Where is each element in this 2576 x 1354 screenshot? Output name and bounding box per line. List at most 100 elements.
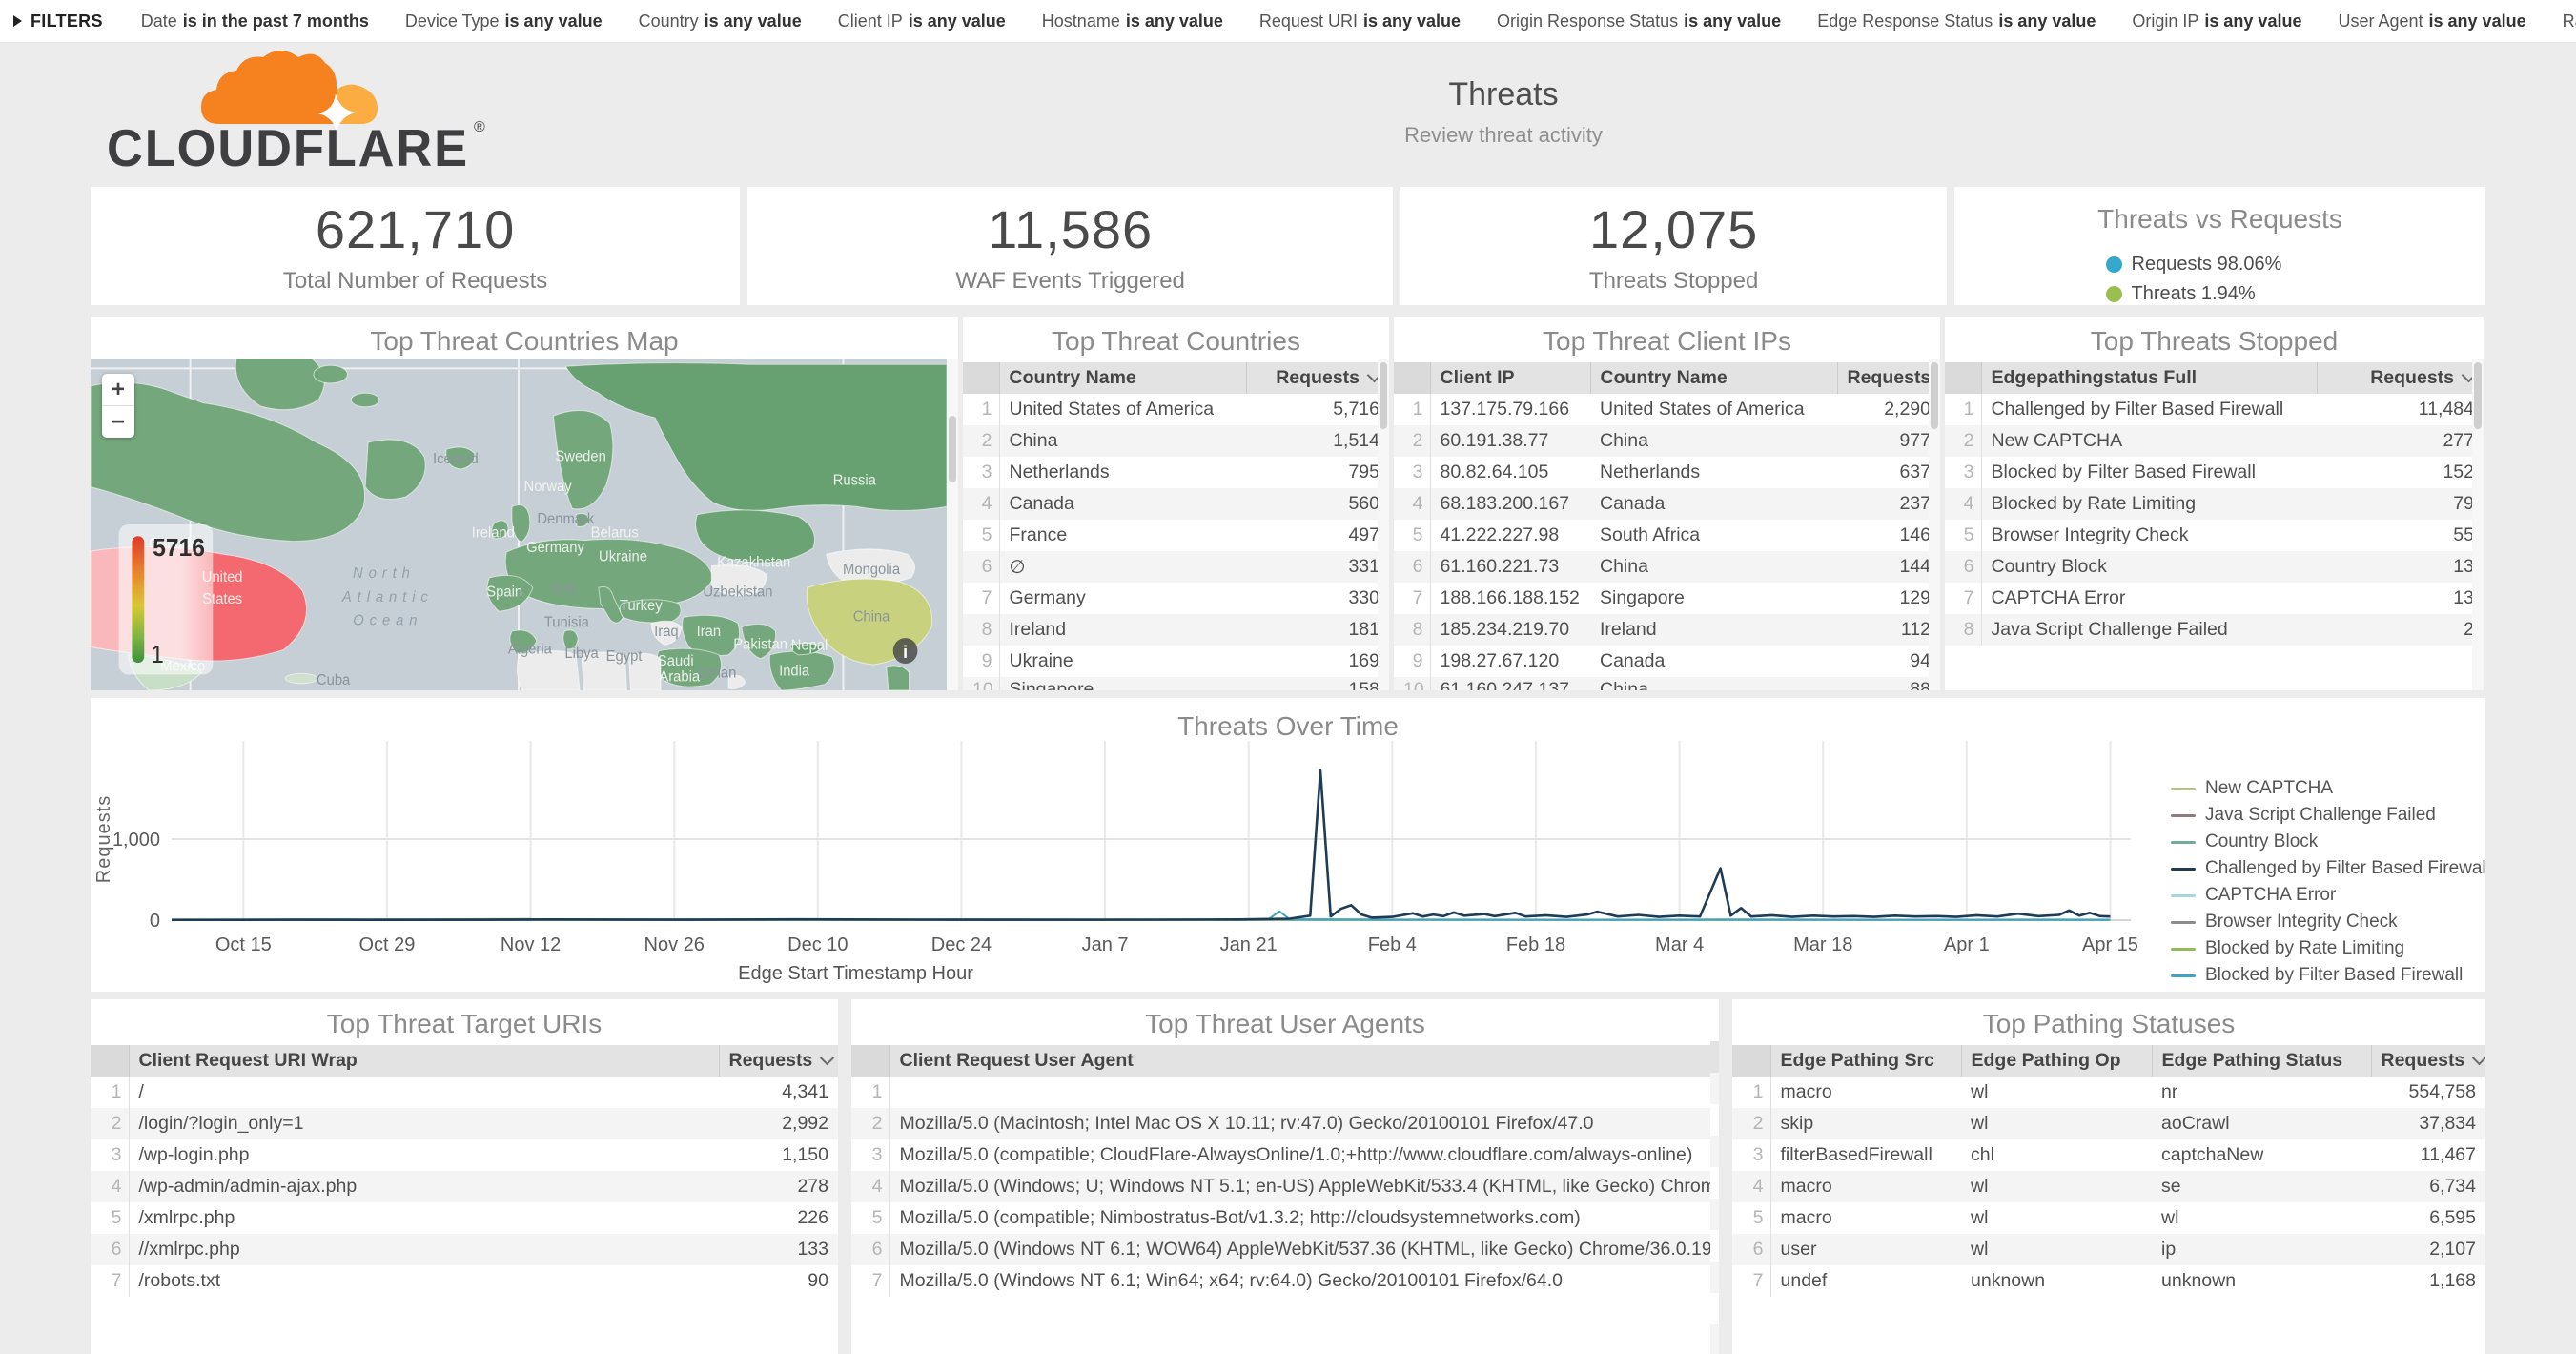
table-row[interactable]: 4/wp-admin/admin-ajax.php278	[91, 1171, 838, 1202]
filters-toggle[interactable]: FILTERS	[13, 11, 103, 31]
threats-over-time-chart[interactable]: Oct 15Oct 29Nov 12Nov 26Dec 10Dec 24Jan …	[91, 698, 2166, 992]
column-header[interactable]: Requests	[2317, 362, 2484, 394]
filter-item-device-type[interactable]: Device Typeis any value	[405, 11, 603, 31]
table-row[interactable]: 3filterBasedFirewallchlcaptchaNew11,467	[1732, 1139, 2485, 1171]
table-row[interactable]: 6∅331	[963, 551, 1389, 583]
table-row[interactable]: 468.183.200.167Canada237	[1394, 488, 1940, 520]
table-row[interactable]: 1137.175.79.166United States of America2…	[1394, 394, 1940, 425]
filter-item-origin-response-status[interactable]: Origin Response Statusis any value	[1497, 11, 1781, 31]
table-row[interactable]: 661.160.221.73China144	[1394, 551, 1940, 583]
table-row[interactable]: 1United States of America5,716	[963, 394, 1389, 425]
table-row[interactable]: 1Challenged by Filter Based Firewall11,4…	[1945, 394, 2484, 425]
column-header[interactable]: Client Request User Agent	[889, 1045, 1719, 1077]
filter-item-request-uri[interactable]: Request URIis any value	[1259, 11, 1461, 31]
filter-item-edge-response-status[interactable]: Edge Response Statusis any value	[1817, 11, 2096, 31]
top-threat-client-ips-scrollbar[interactable]	[1929, 359, 1940, 690]
table-row[interactable]: 9198.27.67.120Canada94	[1394, 646, 1940, 677]
table-row[interactable]: 10Singapore158	[963, 677, 1389, 690]
table-row[interactable]: 7Germany330	[963, 583, 1389, 614]
filter-item-origin-ip[interactable]: Origin IPis any value	[2132, 11, 2301, 31]
legend-item[interactable]: New CAPTCHA	[2171, 778, 2478, 799]
table-row[interactable]: 9Ukraine169	[963, 646, 1389, 677]
table-row[interactable]: 5macrowlwl6,595	[1732, 1202, 2485, 1234]
filter-item-user-agent[interactable]: User Agentis any value	[2338, 11, 2525, 31]
table-row[interactable]: 7Mozilla/5.0 (Windows NT 6.1; Win64; x64…	[851, 1265, 1719, 1297]
table-row[interactable]: 3/wp-login.php1,150	[91, 1139, 838, 1171]
map-label: Saudi	[658, 653, 694, 669]
table-row[interactable]: 3Blocked by Filter Based Firewall152	[1945, 457, 2484, 488]
table-row[interactable]: 3Netherlands795	[963, 457, 1389, 488]
map-info-button[interactable]: i	[893, 638, 918, 664]
table-row[interactable]: 2skipwlaoCrawl37,834	[1732, 1108, 2485, 1139]
table-row[interactable]: 541.222.227.98South Africa146	[1394, 520, 1940, 551]
table-cell: wl	[1961, 1171, 2152, 1202]
legend-item[interactable]: Blocked by Filter Based Firewall	[2171, 965, 2478, 986]
table-row[interactable]: 1/4,341	[91, 1077, 838, 1108]
map-label: Spain	[486, 584, 522, 600]
column-header[interactable]: Country Name	[1590, 362, 1837, 394]
table-row[interactable]: 6Country Block13	[1945, 551, 2484, 583]
column-header[interactable]: Country Name	[999, 362, 1246, 394]
table-row[interactable]: 6//xmlrpc.php133	[91, 1234, 838, 1265]
table-row[interactable]: 260.191.38.77China977	[1394, 425, 1940, 457]
column-header[interactable]: Client Request URI Wrap	[129, 1045, 719, 1077]
middle-row: Top Threat Countries Map	[91, 317, 2485, 690]
table-row[interactable]: 7188.166.188.152Singapore129	[1394, 583, 1940, 614]
table-row[interactable]: 5Mozilla/5.0 (compatible; Nimbostratus-B…	[851, 1202, 1719, 1234]
column-header[interactable]: Edge Pathing Status	[2152, 1045, 2371, 1077]
table-row[interactable]: 8Java Script Challenge Failed2	[1945, 614, 2484, 646]
legend-item[interactable]: Blocked by Rate Limiting	[2171, 938, 2478, 959]
zoom-out-button[interactable]: −	[102, 406, 134, 438]
table-row[interactable]: 1macrowlnr554,758	[1732, 1077, 2485, 1108]
table-row[interactable]: 8185.234.219.70Ireland112	[1394, 614, 1940, 646]
table-row[interactable]: 5Browser Integrity Check55	[1945, 520, 2484, 551]
zoom-in-button[interactable]: +	[102, 374, 134, 405]
world-map[interactable]: CanadaUnitedStatesMexicoCubaIcelandIrela…	[91, 359, 947, 690]
table-cell: Canada	[1590, 646, 1837, 677]
filter-item-hostname[interactable]: Hostnameis any value	[1042, 11, 1223, 31]
filter-item-country[interactable]: Countryis any value	[639, 11, 802, 31]
column-header[interactable]: Edge Pathing Op	[1961, 1045, 2152, 1077]
table-row[interactable]: 2China1,514	[963, 425, 1389, 457]
table-row[interactable]: 5/xmlrpc.php226	[91, 1202, 838, 1234]
table-row[interactable]: 2New CAPTCHA277	[1945, 425, 2484, 457]
filter-item-date[interactable]: Dateis in the past 7 months	[141, 11, 369, 31]
table-cell: 181	[1246, 614, 1389, 646]
row-number: 2	[91, 1108, 129, 1139]
column-header[interactable]: Requests	[1246, 362, 1389, 394]
table-row[interactable]: 6userwlip2,107	[1732, 1234, 2485, 1265]
table-row[interactable]: 380.82.64.105Netherlands637	[1394, 457, 1940, 488]
column-header[interactable]: Requests	[719, 1045, 838, 1077]
legend-item[interactable]: Java Script Challenge Failed	[2171, 805, 2478, 826]
table-row[interactable]: 3Mozilla/5.0 (compatible; CloudFlare-Alw…	[851, 1139, 1719, 1171]
legend-item[interactable]: CAPTCHA Error	[2171, 885, 2478, 906]
column-header[interactable]: Requests	[2371, 1045, 2485, 1077]
table-row[interactable]: 8Ireland181	[963, 614, 1389, 646]
top-threat-countries-scrollbar[interactable]	[1378, 359, 1389, 690]
table-row[interactable]: 7/robots.txt90	[91, 1265, 838, 1297]
filter-item-rayid[interactable]: RayIDis any val…	[2563, 11, 2576, 31]
table-row[interactable]: 2/login/?login_only=12,992	[91, 1108, 838, 1139]
map-scrollbar[interactable]	[947, 359, 958, 690]
kpi-label: Total Number of Requests	[283, 268, 547, 295]
column-header[interactable]: Requests	[1837, 362, 1940, 394]
column-header[interactable]: Edgepathingstatus Full	[1981, 362, 2317, 394]
table-row[interactable]: 7undefunknownunknown1,168	[1732, 1265, 2485, 1297]
table-row[interactable]: 4Blocked by Rate Limiting79	[1945, 488, 2484, 520]
column-header[interactable]: Client IP	[1430, 362, 1590, 394]
table-row[interactable]: 4Canada560	[963, 488, 1389, 520]
table-row[interactable]: 2Mozilla/5.0 (Macintosh; Intel Mac OS X …	[851, 1108, 1719, 1139]
top-threats-stopped-scrollbar[interactable]	[2472, 359, 2484, 690]
table-row[interactable]: 7CAPTCHA Error13	[1945, 583, 2484, 614]
table-row[interactable]: 4Mozilla/5.0 (Windows; U; Windows NT 5.1…	[851, 1171, 1719, 1202]
table-row[interactable]: 4macrowlse6,734	[1732, 1171, 2485, 1202]
table-row[interactable]: 6Mozilla/5.0 (Windows NT 6.1; WOW64) App…	[851, 1234, 1719, 1265]
legend-item[interactable]: Challenged by Filter Based Firewall	[2171, 858, 2478, 879]
table-row[interactable]: 1061.160.247.137China88	[1394, 677, 1940, 690]
legend-item[interactable]: Country Block	[2171, 831, 2478, 852]
table-row[interactable]: 1	[851, 1077, 1719, 1108]
table-row[interactable]: 5France497	[963, 520, 1389, 551]
legend-item[interactable]: Browser Integrity Check	[2171, 912, 2478, 933]
filter-item-client-ip[interactable]: Client IPis any value	[838, 11, 1006, 31]
column-header[interactable]: Edge Pathing Src	[1770, 1045, 1961, 1077]
